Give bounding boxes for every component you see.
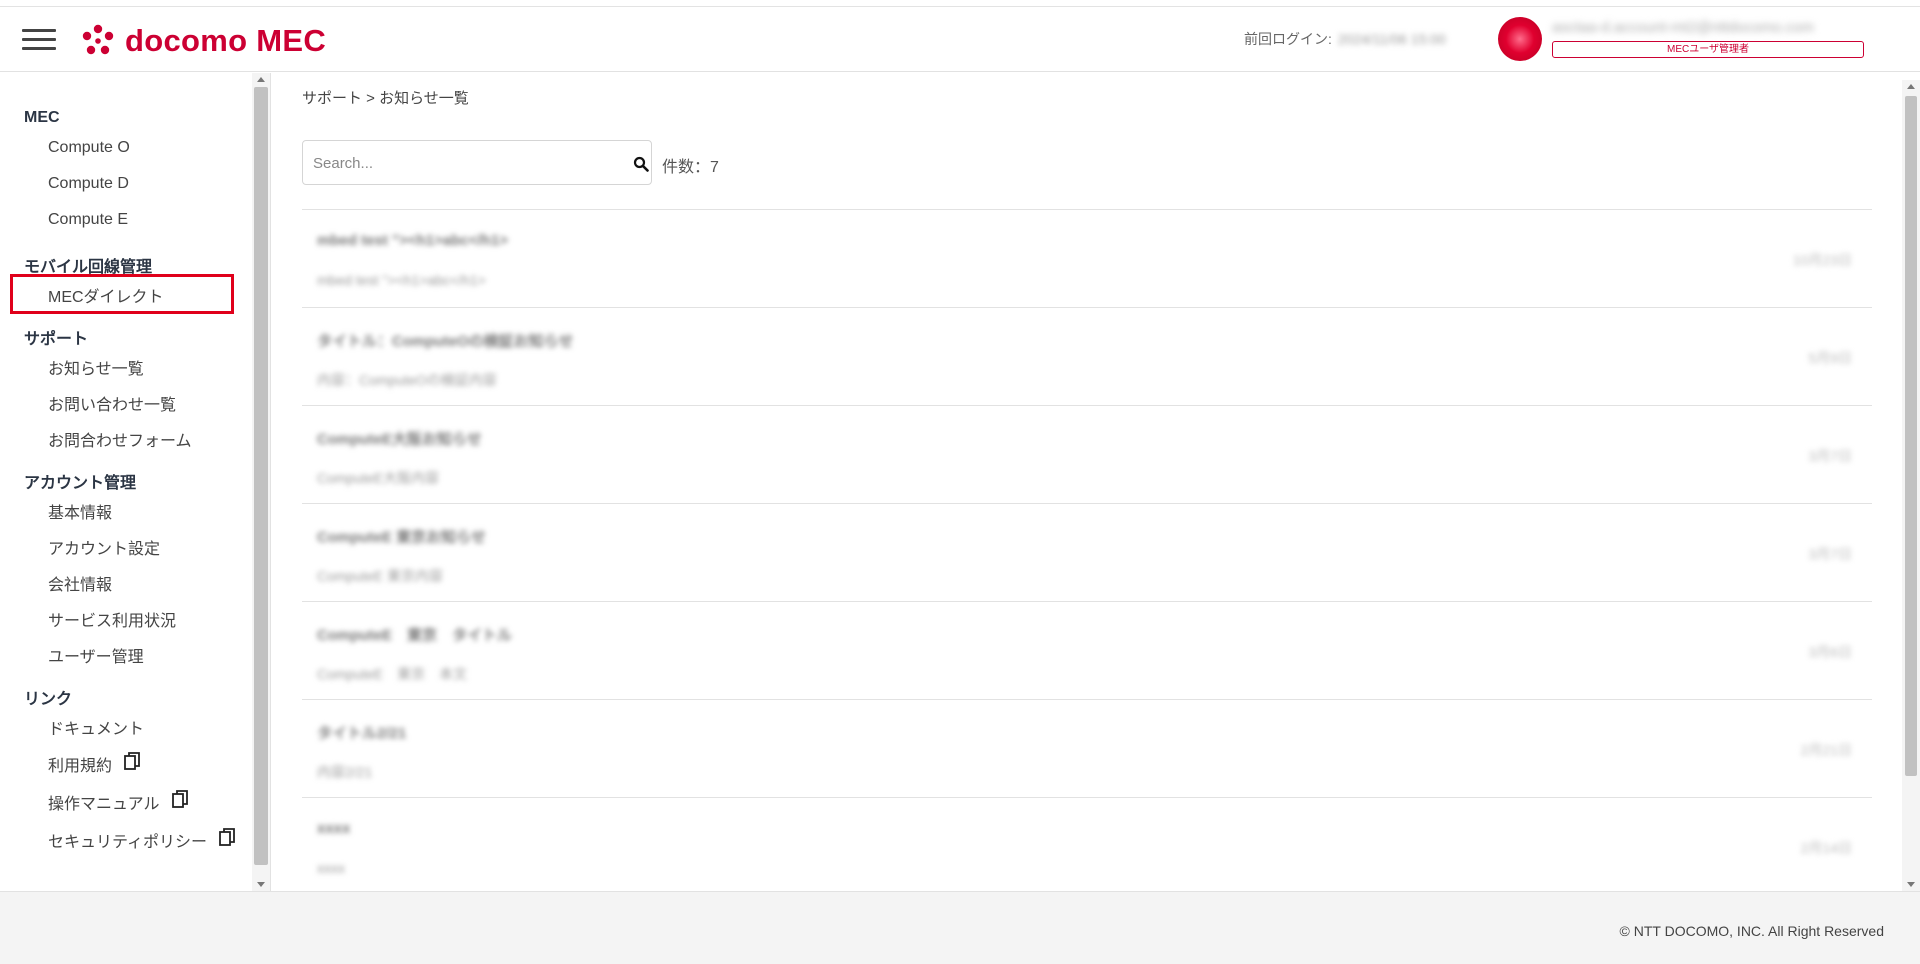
scroll-up-icon[interactable] — [257, 77, 265, 82]
sidebar-scroll-thumb[interactable] — [254, 87, 268, 865]
role-badge: MECユーザ管理者 — [1552, 41, 1864, 58]
nav-item-basic-info[interactable]: 基本情報 — [48, 499, 112, 523]
highlight-box — [10, 274, 234, 314]
notice-body: ComputeE 東京 本文 — [317, 666, 468, 682]
notice-list: mbed test "><h1>abc</h1> mbed test "><h1… — [302, 209, 1872, 878]
last-login-label: 前回ログイン: — [1244, 31, 1332, 47]
app-header: docomo MEC 前回ログイン: 2024/11/06 15:00 ascta… — [0, 7, 1920, 72]
scroll-down-icon[interactable] — [257, 882, 265, 887]
main-scrollbar[interactable] — [1902, 80, 1920, 891]
nav-item-user-management[interactable]: ユーザー管理 — [48, 643, 144, 667]
notice-row[interactable]: タイトル2/21 内容2/21 2月21日 — [302, 700, 1872, 798]
nav-section-mec: MEC — [24, 109, 60, 126]
notice-row[interactable]: mbed test "><h1>abc</h1> mbed test "><h1… — [302, 210, 1872, 308]
result-count: 件数：7 — [662, 159, 719, 176]
nav-item-terms[interactable]: 利用規約 — [48, 752, 140, 776]
copy-icon — [171, 790, 188, 808]
scroll-down-icon[interactable] — [1907, 882, 1915, 887]
notice-date: 3月7日 — [1808, 448, 1852, 464]
notice-date: 10月23日 — [1792, 252, 1852, 268]
breadcrumb: サポート > お知らせ一覧 — [302, 90, 469, 107]
nav-item-account-settings[interactable]: アカウント設定 — [48, 535, 160, 559]
nav-item-manual[interactable]: 操作マニュアル — [48, 790, 188, 814]
copy-icon — [219, 828, 235, 846]
copyright: © NTT DOCOMO, INC. All Right Reserved — [1619, 923, 1884, 939]
search-input[interactable] — [313, 151, 613, 175]
nav-item-label: Compute D — [48, 175, 129, 192]
notice-date: 2月21日 — [1800, 742, 1852, 758]
nav-item-label: アカウント設定 — [48, 541, 161, 558]
nav-item-documents[interactable]: ドキュメント — [48, 715, 144, 739]
notice-title: mbed test "><h1>abc</h1> — [317, 232, 508, 249]
notice-date: 5月9日 — [1808, 350, 1852, 366]
copy-icon — [124, 752, 140, 770]
notice-title: ComputeE 東京 タイトル — [317, 627, 513, 644]
nav-item-label: お知らせ一覧 — [48, 361, 144, 378]
nav-item-label: 操作マニュアル — [48, 796, 160, 813]
notice-date: 3月7日 — [1808, 546, 1852, 562]
nav-item-label: ユーザー管理 — [48, 649, 144, 666]
notice-title: ComputeE 東京お知らせ — [317, 529, 486, 546]
main-scroll-thumb[interactable] — [1905, 96, 1917, 776]
nav-item-notices[interactable]: お知らせ一覧 — [48, 355, 144, 379]
notice-body: mbed test "><h1>abc</h1> — [317, 272, 486, 288]
notice-body: ComputeE大阪内容 — [317, 470, 440, 486]
nav-section-account: アカウント管理 — [24, 475, 137, 492]
nav-item-label: お問い合わせ一覧 — [48, 397, 177, 414]
nav-item-label: 基本情報 — [48, 505, 113, 522]
avatar[interactable] — [1498, 17, 1542, 61]
nav-item-compute-d[interactable]: Compute D — [48, 175, 129, 193]
sidebar-divider — [270, 73, 271, 891]
notice-date: 2月14日 — [1800, 840, 1852, 856]
nav-item-label: セキュリティポリシー — [48, 834, 208, 851]
nav-item-label: ドキュメント — [48, 721, 145, 738]
search-icon[interactable] — [633, 156, 649, 172]
last-login: 前回ログイン: 2024/11/06 15:00 — [1244, 29, 1446, 49]
notice-date: 3月6日 — [1808, 644, 1852, 660]
notice-title: タイトル2/21 — [317, 725, 407, 742]
nav-item-label: Compute E — [48, 211, 129, 228]
nav-item-service-usage[interactable]: サービス利用状況 — [48, 607, 176, 631]
notice-title: xxxx — [317, 820, 351, 837]
nav-item-label: お問合わせフォーム — [48, 433, 192, 450]
footer: © NTT DOCOMO, INC. All Right Reserved — [0, 891, 1920, 964]
nav-item-label: 会社情報 — [48, 577, 113, 594]
brand-logo[interactable]: docomo MEC — [80, 21, 326, 61]
notice-row[interactable]: ComputeE 東京 タイトル ComputeE 東京 本文 3月6日 — [302, 602, 1872, 700]
nav-item-label: 利用規約 — [48, 758, 113, 775]
notice-title: タイトル：ComputeOの検証お知らせ — [317, 333, 574, 350]
notice-title: ComputeE大阪お知らせ — [317, 431, 482, 448]
nav-item-label: Compute O — [48, 139, 130, 156]
docomo-flower-icon — [82, 24, 114, 55]
nav-item-compute-e[interactable]: Compute E — [48, 211, 128, 229]
search-box — [302, 140, 652, 185]
nav-item-inquiries[interactable]: お問い合わせ一覧 — [48, 391, 176, 415]
top-edge — [0, 0, 1920, 7]
notice-row[interactable]: xxxx xxxx 2月14日 — [302, 798, 1872, 878]
hamburger-menu-icon[interactable] — [22, 29, 56, 53]
notice-row[interactable]: ComputeE 東京お知らせ ComputeE 東京内容 3月7日 — [302, 504, 1872, 602]
notice-body: 内容2/21 — [317, 764, 373, 780]
account-info[interactable]: asctaa-d.account-mt2@nttdocomo.com MECユー… — [1552, 19, 1880, 58]
nav-item-company-info[interactable]: 会社情報 — [48, 571, 112, 595]
brand-name: docomo MEC — [125, 23, 327, 58]
sidebar-scrollbar[interactable] — [252, 73, 270, 891]
notice-row[interactable]: タイトル：ComputeOの検証お知らせ 内容：ComputeOの検証内容 5月… — [302, 308, 1872, 406]
notice-row[interactable]: ComputeE大阪お知らせ ComputeE大阪内容 3月7日 — [302, 406, 1872, 504]
notice-body: xxxx — [317, 860, 345, 876]
scroll-up-icon[interactable] — [1907, 84, 1915, 89]
account-email: asctaa-d.account-mt2@nttdocomo.com — [1552, 19, 1815, 36]
nav-item-inquiry-form[interactable]: お問合わせフォーム — [48, 427, 192, 451]
nav-section-support: サポート — [24, 331, 89, 348]
nav-section-links: リンク — [24, 691, 73, 708]
nav-item-label: サービス利用状況 — [48, 613, 177, 630]
notice-body: 内容：ComputeOの検証内容 — [317, 372, 497, 388]
last-login-value: 2024/11/06 15:00 — [1337, 31, 1446, 47]
nav-item-compute-o[interactable]: Compute O — [48, 139, 130, 157]
notice-body: ComputeE 東京内容 — [317, 568, 444, 584]
nav-item-security-policy[interactable]: セキュリティポリシー — [48, 828, 235, 852]
